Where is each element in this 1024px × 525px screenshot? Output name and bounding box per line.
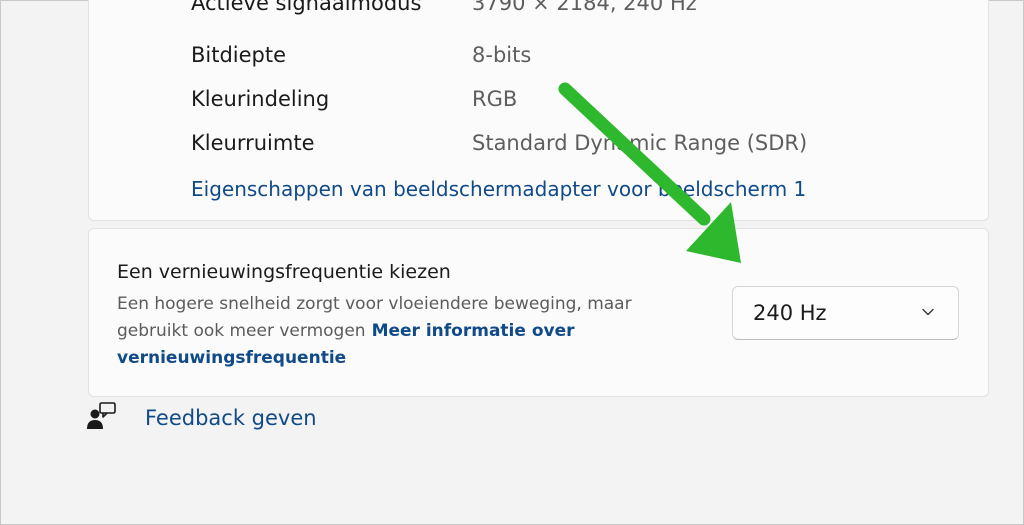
prop-label: Kleurruimte — [191, 131, 315, 155]
feedback-icon — [87, 402, 116, 429]
prop-label: Actieve signaalmodus — [191, 0, 422, 15]
prop-row-signal-mode: Actieve signaalmodus 3790 × 2184, 240 Hz — [191, 0, 697, 16]
prop-row-color-format: Kleurindeling RGB — [191, 86, 517, 112]
display-adapter-properties-link[interactable]: Eigenschappen van beeldschermadapter voo… — [191, 176, 806, 202]
prop-row-bit-depth: Bitdiepte 8-bits — [191, 42, 531, 68]
chevron-down-icon — [922, 308, 934, 316]
prop-label: Kleurindeling — [191, 87, 330, 111]
refresh-rate-title: Een vernieuwingsfrequentie kiezen — [117, 261, 451, 283]
feedback-link[interactable]: Feedback geven — [145, 404, 317, 432]
prop-row-color-space: Kleurruimte Standard Dynamic Range (SDR) — [191, 130, 807, 156]
refresh-rate-dropdown[interactable]: 240 Hz — [732, 286, 959, 340]
prop-label: Bitdiepte — [191, 43, 287, 67]
prop-value: Standard Dynamic Range (SDR) — [472, 131, 808, 155]
prop-value: 3790 × 2184, 240 Hz — [472, 0, 697, 15]
display-properties-card: Actieve signaalmodus 3790 × 2184, 240 Hz… — [88, 0, 989, 221]
prop-value: RGB — [472, 87, 518, 111]
refresh-rate-description-block: Een hogere snelheid zorgt voor vloeiende… — [117, 291, 677, 372]
prop-value: 8-bits — [472, 43, 532, 67]
refresh-rate-card: Een vernieuwingsfrequentie kiezen Een ho… — [88, 228, 989, 397]
refresh-rate-selected-value: 240 Hz — [753, 301, 827, 325]
